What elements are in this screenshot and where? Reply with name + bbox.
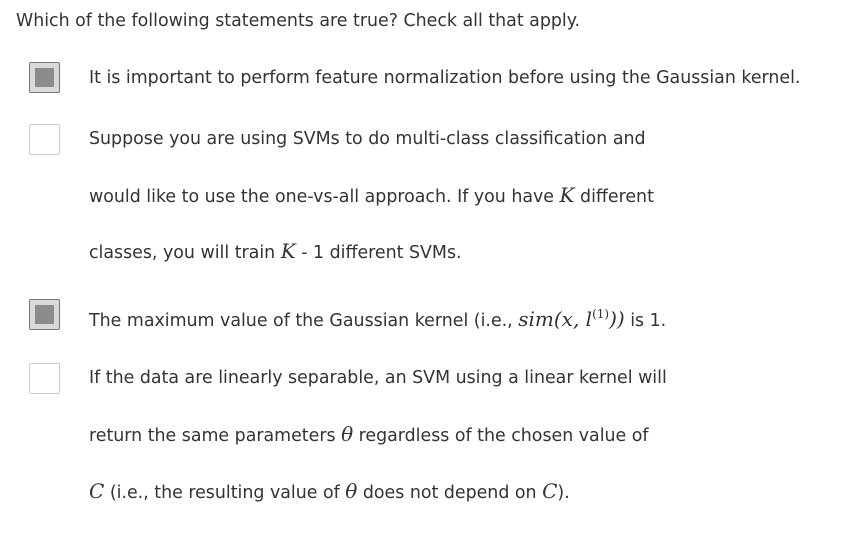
option-4-text-a: return the same parameters [89, 426, 342, 446]
option-2-text-a: would like to use the one-vs-all approac… [89, 187, 560, 207]
question-prompt: Which of the following statements are tr… [16, 11, 581, 31]
option-2-line-2: would like to use the one-vs-all approac… [89, 182, 654, 210]
math-sup: (1) [592, 307, 610, 321]
option-2-text-b: different [574, 187, 654, 207]
option-2-line-1-text: Suppose you are using SVMs to do multi-c… [89, 129, 646, 149]
option-1-text: It is important to perform feature norma… [89, 68, 801, 88]
option-2-line-1: Suppose you are using SVMs to do multi-c… [89, 126, 646, 152]
checkbox-option-3[interactable] [29, 299, 60, 330]
option-2-line-3: classes, you will train K - 1 different … [89, 238, 462, 266]
math-theta: θ [345, 479, 358, 503]
option-4-line-1: If the data are linearly separable, an S… [89, 365, 667, 391]
option-2-text-c: classes, you will train [89, 243, 281, 263]
math-c: C [542, 479, 558, 503]
checkbox-option-4[interactable] [29, 363, 60, 394]
option-4-line-3: C (i.e., the resulting value of θ does n… [89, 478, 570, 506]
option-2-text-d: - 1 different SVMs. [295, 243, 462, 263]
math-sim-expression: sim(x, l(1))) [518, 307, 624, 331]
option-4-line-1-text: If the data are linearly separable, an S… [89, 368, 667, 388]
checkbox-option-1[interactable] [29, 62, 60, 93]
option-3-text-a: The maximum value of the Gaussian kernel… [89, 311, 519, 331]
option-3-text: The maximum value of the Gaussian kernel… [89, 301, 666, 334]
math-theta: θ [341, 422, 354, 446]
option-4-text-d: does not depend on [357, 483, 543, 503]
checkbox-checked-mark [35, 68, 54, 87]
math-sim-body: sim(x, l [518, 307, 593, 331]
checkbox-option-2[interactable] [29, 124, 60, 155]
option-4-text-c: (i.e., the resulting value of [104, 483, 346, 503]
option-4-line-2: return the same parameters θ regardless … [89, 421, 649, 449]
checkbox-checked-mark [35, 305, 54, 324]
math-c: C [89, 479, 105, 503]
math-k: K [280, 239, 296, 263]
option-4-text-b: regardless of the chosen value of [353, 426, 649, 446]
math-close: )) [609, 307, 625, 331]
option-4-text-e: ). [557, 483, 570, 503]
option-3-text-b: is 1. [624, 311, 667, 331]
math-k: K [559, 183, 575, 207]
